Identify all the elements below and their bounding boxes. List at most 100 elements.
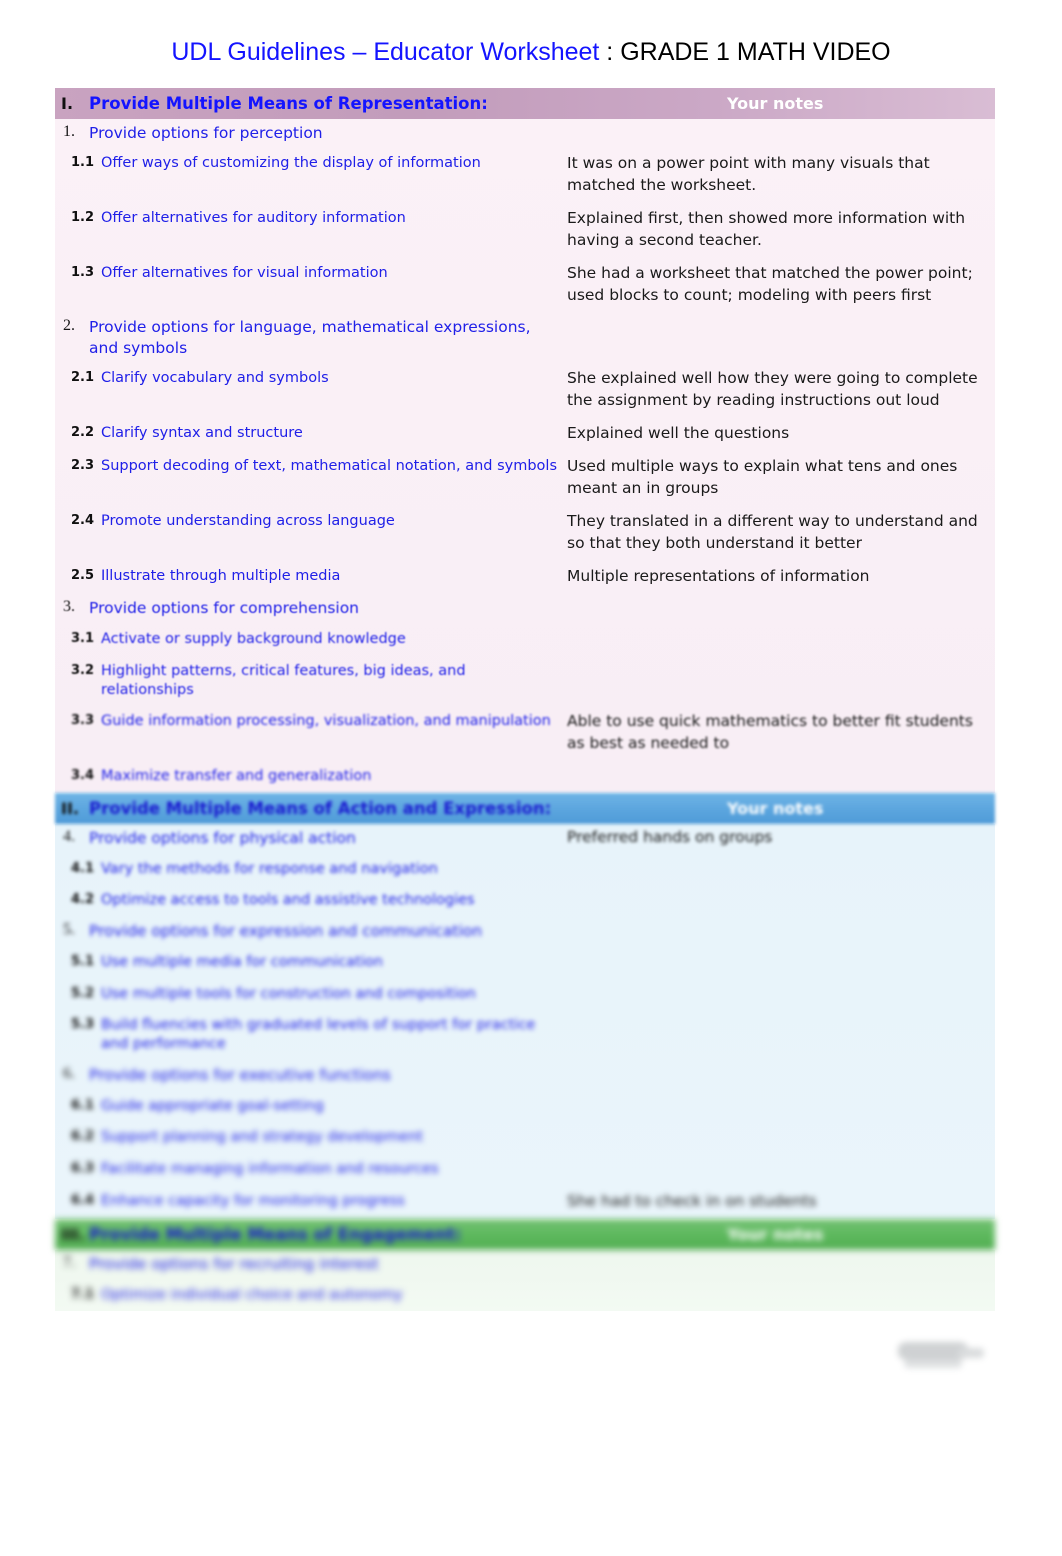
checkpoint-row: 2.1 Clarify vocabulary and symbols She exp… [55,363,995,418]
checkpoint-number: 6.1 [70,1097,94,1113]
checkpoint-number: 2.2 [70,425,94,441]
guideline-title: Provide options for comprehension [89,599,360,618]
page-title-main: UDL Guidelines – Educator Worksheet [171,38,600,66]
guideline-row: 1. Provide options for perception [55,119,995,148]
checkpoint-text[interactable]: Illustrate through multiple media [101,567,567,586]
checkpoint-row: 3.3 Guide information processing, visuali… [55,706,995,761]
checkpoint-text[interactable]: Vary the methods for response and naviga… [101,860,567,879]
guideline-title: Provide options for recruiting interest [89,1255,379,1274]
guideline-number: 6. [63,1065,75,1083]
checkpoint-note: Explained well the questions [567,424,790,443]
section-title: Provide Multiple Means of Action and Exp… [89,799,552,819]
guideline-number: 5. [63,921,75,939]
notes-column-header: Your notes [727,799,824,819]
checkpoint-number: 4.1 [70,860,94,876]
checkpoint-note: Explained first, then showed more inform… [567,209,966,250]
checkpoint-number: 3.3 [70,713,94,729]
checkpoint-row: 7.1 Optimize individual choice and autono… [55,1280,995,1312]
checkpoint-number: 1.3 [70,265,94,281]
checkpoint-number: 6.2 [70,1129,94,1145]
checkpoint-text[interactable]: Clarify vocabulary and symbols [101,369,567,388]
guideline-row: 7. Provide options for recruiting interes… [55,1250,995,1279]
checkpoint-row: 5.2 Use multiple tools for construction a… [55,979,995,1011]
guideline-row: 6. Provide options for executive function… [55,1061,995,1090]
checkpoint-row: 5.1 Use multiple media for communication [55,947,995,979]
checkpoint-number: 2.1 [70,370,94,386]
checkpoint-note: Able to use quick mathematics to better … [567,712,973,753]
checkpoint-row: 4.1 Vary the methods for response and nav… [55,854,995,886]
section-body: 7. Provide options for recruiting interes… [55,1250,995,1312]
section-body: 4. Provide options for physical action Pre… [55,824,995,1220]
checkpoint-text[interactable]: Clarify syntax and structure [101,424,567,443]
checkpoint-text[interactable]: Use multiple media for communication [101,953,567,972]
checkpoint-row: 6.1 Guide appropriate goal-setting [55,1091,995,1123]
notes-column-header: Your notes [727,94,824,113]
checkpoint-number: 6.4 [70,1193,94,1209]
checkpoint-note: Used multiple ways to explain what tens … [567,457,958,498]
checkpoint-note: They translated in a different way to un… [567,512,978,553]
checkpoint-number: 3.4 [70,768,94,784]
section-header-II: II. Provide Multiple Means of Action and … [55,793,995,825]
section-header-III: III. Provide Multiple Means of Engagement… [55,1219,995,1251]
checkpoint-number: 1.1 [70,155,94,171]
section-title: Provide Multiple Means of Representation… [89,94,488,113]
checkpoint-row: 6.4 Enhance capacity for monitoring progr… [55,1186,995,1219]
checkpoint-text[interactable]: Maximize transfer and generalization [101,767,567,786]
checkpoint-number: 5.1 [70,953,94,969]
checkpoint-row: 5.3 Build fluencies with graduated levels… [55,1010,995,1061]
notes-column-header: Your notes [727,1225,824,1245]
guideline-row: 2. Provide options for language, mathemat… [55,313,995,363]
checkpoint-row: 2.3 Support decoding of text, mathematica… [55,451,995,506]
checkpoint-row: 1.1 Offer ways of customizing the display… [55,148,995,203]
guideline-note: Preferred hands on groups [567,828,773,847]
checkpoint-number: 4.2 [70,892,94,908]
checkpoint-text[interactable]: Support decoding of text, mathematical n… [101,457,567,476]
checkpoint-text[interactable]: Guide information processing, visualizat… [101,712,567,731]
section-header-I: I. Provide Multiple Means of Representati… [55,88,995,119]
guideline-title: Provide options for physical action [89,829,356,848]
checkpoint-text[interactable]: Facilitate managing information and reso… [101,1160,567,1179]
page-title: UDL Guidelines – Educator Worksheet : GR… [0,38,1062,67]
guideline-number: 7. [63,1254,75,1272]
checkpoint-note: She had to check in on students [567,1192,817,1211]
guideline-number: 4. [63,828,75,846]
checkpoint-text[interactable]: Offer ways of customizing the display of… [101,154,567,173]
checkpoint-number: 7.1 [70,1286,94,1302]
cast-logo [880,1330,1000,1376]
guideline-row: 3. Provide options for comprehension [55,594,995,623]
checkpoint-note: She had a worksheet that matched the pow… [567,264,973,305]
guideline-title: Provide options for perception [89,124,323,142]
checkpoint-number: 3.2 [70,662,94,678]
checkpoint-text[interactable]: Offer alternatives for auditory informat… [101,209,567,228]
page-title-separator: : [599,38,621,66]
guideline-row: 5. Provide options for expression and com… [55,917,995,946]
checkpoint-text[interactable]: Activate or supply background knowledge [101,630,567,649]
checkpoint-row: 2.4 Promote understanding across language… [55,506,995,561]
checkpoint-number: 2.4 [70,513,94,529]
checkpoint-text[interactable]: Guide appropriate goal-setting [101,1097,567,1116]
guideline-row: 4. Provide options for physical action Pre… [55,824,995,853]
checkpoint-text[interactable]: Enhance capacity for monitoring progress [101,1192,567,1211]
checkpoint-number: 5.3 [70,1017,94,1033]
checkpoint-text[interactable]: Highlight patterns, critical features, b… [101,662,567,700]
checkpoint-text[interactable]: Use multiple tools for construction and … [101,985,567,1004]
checkpoint-row: 1.3 Offer alternatives for visual informa… [55,258,995,313]
checkpoint-note: She explained well how they were going t… [567,369,978,410]
checkpoint-text[interactable]: Optimize access to tools and assistive t… [101,891,567,910]
checkpoint-number: 2.5 [70,568,94,584]
guideline-number: 2. [63,317,75,335]
checkpoint-number: 2.3 [70,458,94,474]
checkpoint-note: It was on a power point with many visual… [567,154,930,195]
checkpoint-number: 3.1 [70,630,94,646]
checkpoint-row: 1.2 Offer alternatives for auditory infor… [55,203,995,258]
checkpoint-text[interactable]: Offer alternatives for visual informatio… [101,264,567,283]
checkpoint-text[interactable]: Optimize individual choice and autonomy [101,1286,567,1305]
checkpoint-text[interactable]: Promote understanding across language [101,512,567,531]
checkpoint-row: 3.2 Highlight patterns, critical features… [55,656,995,707]
checkpoint-number: 6.3 [70,1161,94,1177]
checkpoint-text[interactable]: Build fluencies with graduated levels of… [101,1016,567,1054]
page-title-subject: GRADE 1 MATH VIDEO [620,38,891,66]
section-title: Provide Multiple Means of Engagement: [89,1225,462,1245]
checkpoint-row: 6.2 Support planning and strategy develop… [55,1122,995,1154]
checkpoint-text[interactable]: Support planning and strategy developmen… [101,1128,567,1147]
